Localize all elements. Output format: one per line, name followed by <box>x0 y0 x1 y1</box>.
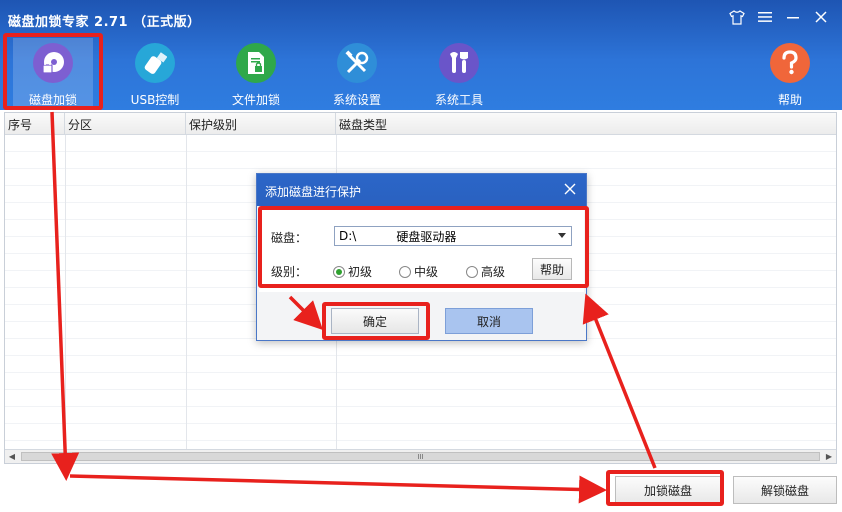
shirt-icon[interactable] <box>728 8 746 26</box>
level-radio-medium[interactable]: 中级 <box>399 263 438 280</box>
disk-lock-icon <box>33 43 73 83</box>
toolbar-label: 磁盘加锁 <box>28 93 77 107</box>
level-label: 级别： <box>271 265 308 279</box>
column-header[interactable]: 序号 <box>5 113 65 134</box>
toolbar-help[interactable]: 帮助 <box>750 38 830 108</box>
unlock-disk-button[interactable]: 解锁磁盘 <box>733 476 837 504</box>
horizontal-scrollbar[interactable]: ◀ III ▶ <box>5 449 836 463</box>
tools-icon <box>337 43 377 83</box>
file-lock-icon <box>236 43 276 83</box>
level-option-label: 中级 <box>414 265 439 279</box>
scroll-left-icon[interactable]: ◀ <box>5 450 19 463</box>
toolbar-label: 系统设置 <box>332 93 381 107</box>
chevron-down-icon <box>558 233 566 238</box>
radio-icon <box>399 265 411 278</box>
toolbar-file-lock[interactable]: 文件加锁 <box>216 38 296 108</box>
grip-lines: III <box>417 452 424 461</box>
minimize-icon[interactable] <box>784 8 802 26</box>
ok-button[interactable]: 确定 <box>331 308 419 334</box>
main-toolbar: 磁盘加锁 USB控制 文件加锁 系统设置 系统工具 帮助 <box>0 38 842 108</box>
toolbar-label: USB控制 <box>130 93 180 107</box>
level-option-label: 高级 <box>481 265 506 279</box>
column-header[interactable]: 保护级别 <box>186 113 336 134</box>
scroll-right-icon[interactable]: ▶ <box>822 450 836 463</box>
column-divider <box>186 135 187 449</box>
scrollbar-thumb[interactable]: III <box>21 452 820 461</box>
disk-label: 磁盘： <box>271 231 308 245</box>
window-controls <box>728 8 830 26</box>
dialog-title-bar: 添加磁盘进行保护 <box>257 174 586 206</box>
close-icon[interactable] <box>812 8 830 26</box>
dialog-body: 磁盘： D:\ 硬盘驱动器 级别： 初级 中级 高级 帮助 <box>259 208 584 292</box>
column-header[interactable]: 分区 <box>65 113 186 134</box>
arrow-right <box>69 474 607 504</box>
dialog-help-button[interactable]: 帮助 <box>532 258 572 280</box>
radio-selected-icon <box>333 265 345 278</box>
disk-value: D:\ <box>339 229 357 243</box>
add-disk-dialog: 添加磁盘进行保护 磁盘： D:\ 硬盘驱动器 级别： 初级 中级 高级 帮助 确… <box>256 173 587 341</box>
level-option-label: 初级 <box>348 265 373 279</box>
lock-disk-button[interactable]: 加锁磁盘 <box>615 476 721 504</box>
radio-icon <box>466 265 478 278</box>
dialog-title: 添加磁盘进行保护 <box>265 185 362 199</box>
help-icon <box>770 43 810 83</box>
disk-type: 硬盘驱动器 <box>396 229 457 244</box>
toolbar-system-settings[interactable]: 系统设置 <box>317 38 397 108</box>
disk-select[interactable]: D:\ 硬盘驱动器 <box>334 226 572 246</box>
column-divider <box>65 135 66 449</box>
title-bar: 磁盘加锁专家 2.71 （正式版） 磁盘加锁 USB控制 文件加锁 系统设置 系… <box>0 0 842 110</box>
toolbar-label: 帮助 <box>777 93 802 107</box>
level-radio-basic[interactable]: 初级 <box>333 263 372 280</box>
menu-icon[interactable] <box>756 8 774 26</box>
wrench-icon <box>439 43 479 83</box>
toolbar-label: 文件加锁 <box>231 93 280 107</box>
usb-icon <box>135 43 175 83</box>
app-title: 磁盘加锁专家 2.71 （正式版） <box>8 15 201 30</box>
toolbar-system-tools[interactable]: 系统工具 <box>419 38 499 108</box>
dialog-close-icon[interactable] <box>564 180 576 199</box>
table-header: 序号 分区 保护级别 磁盘类型 <box>5 113 836 135</box>
cancel-button[interactable]: 取消 <box>445 308 533 334</box>
toolbar-usb-control[interactable]: USB控制 <box>115 38 195 108</box>
toolbar-disk-lock[interactable]: 磁盘加锁 <box>13 38 93 108</box>
level-radio-high[interactable]: 高级 <box>466 263 505 280</box>
toolbar-label: 系统工具 <box>434 93 483 107</box>
column-header[interactable]: 磁盘类型 <box>336 113 836 134</box>
